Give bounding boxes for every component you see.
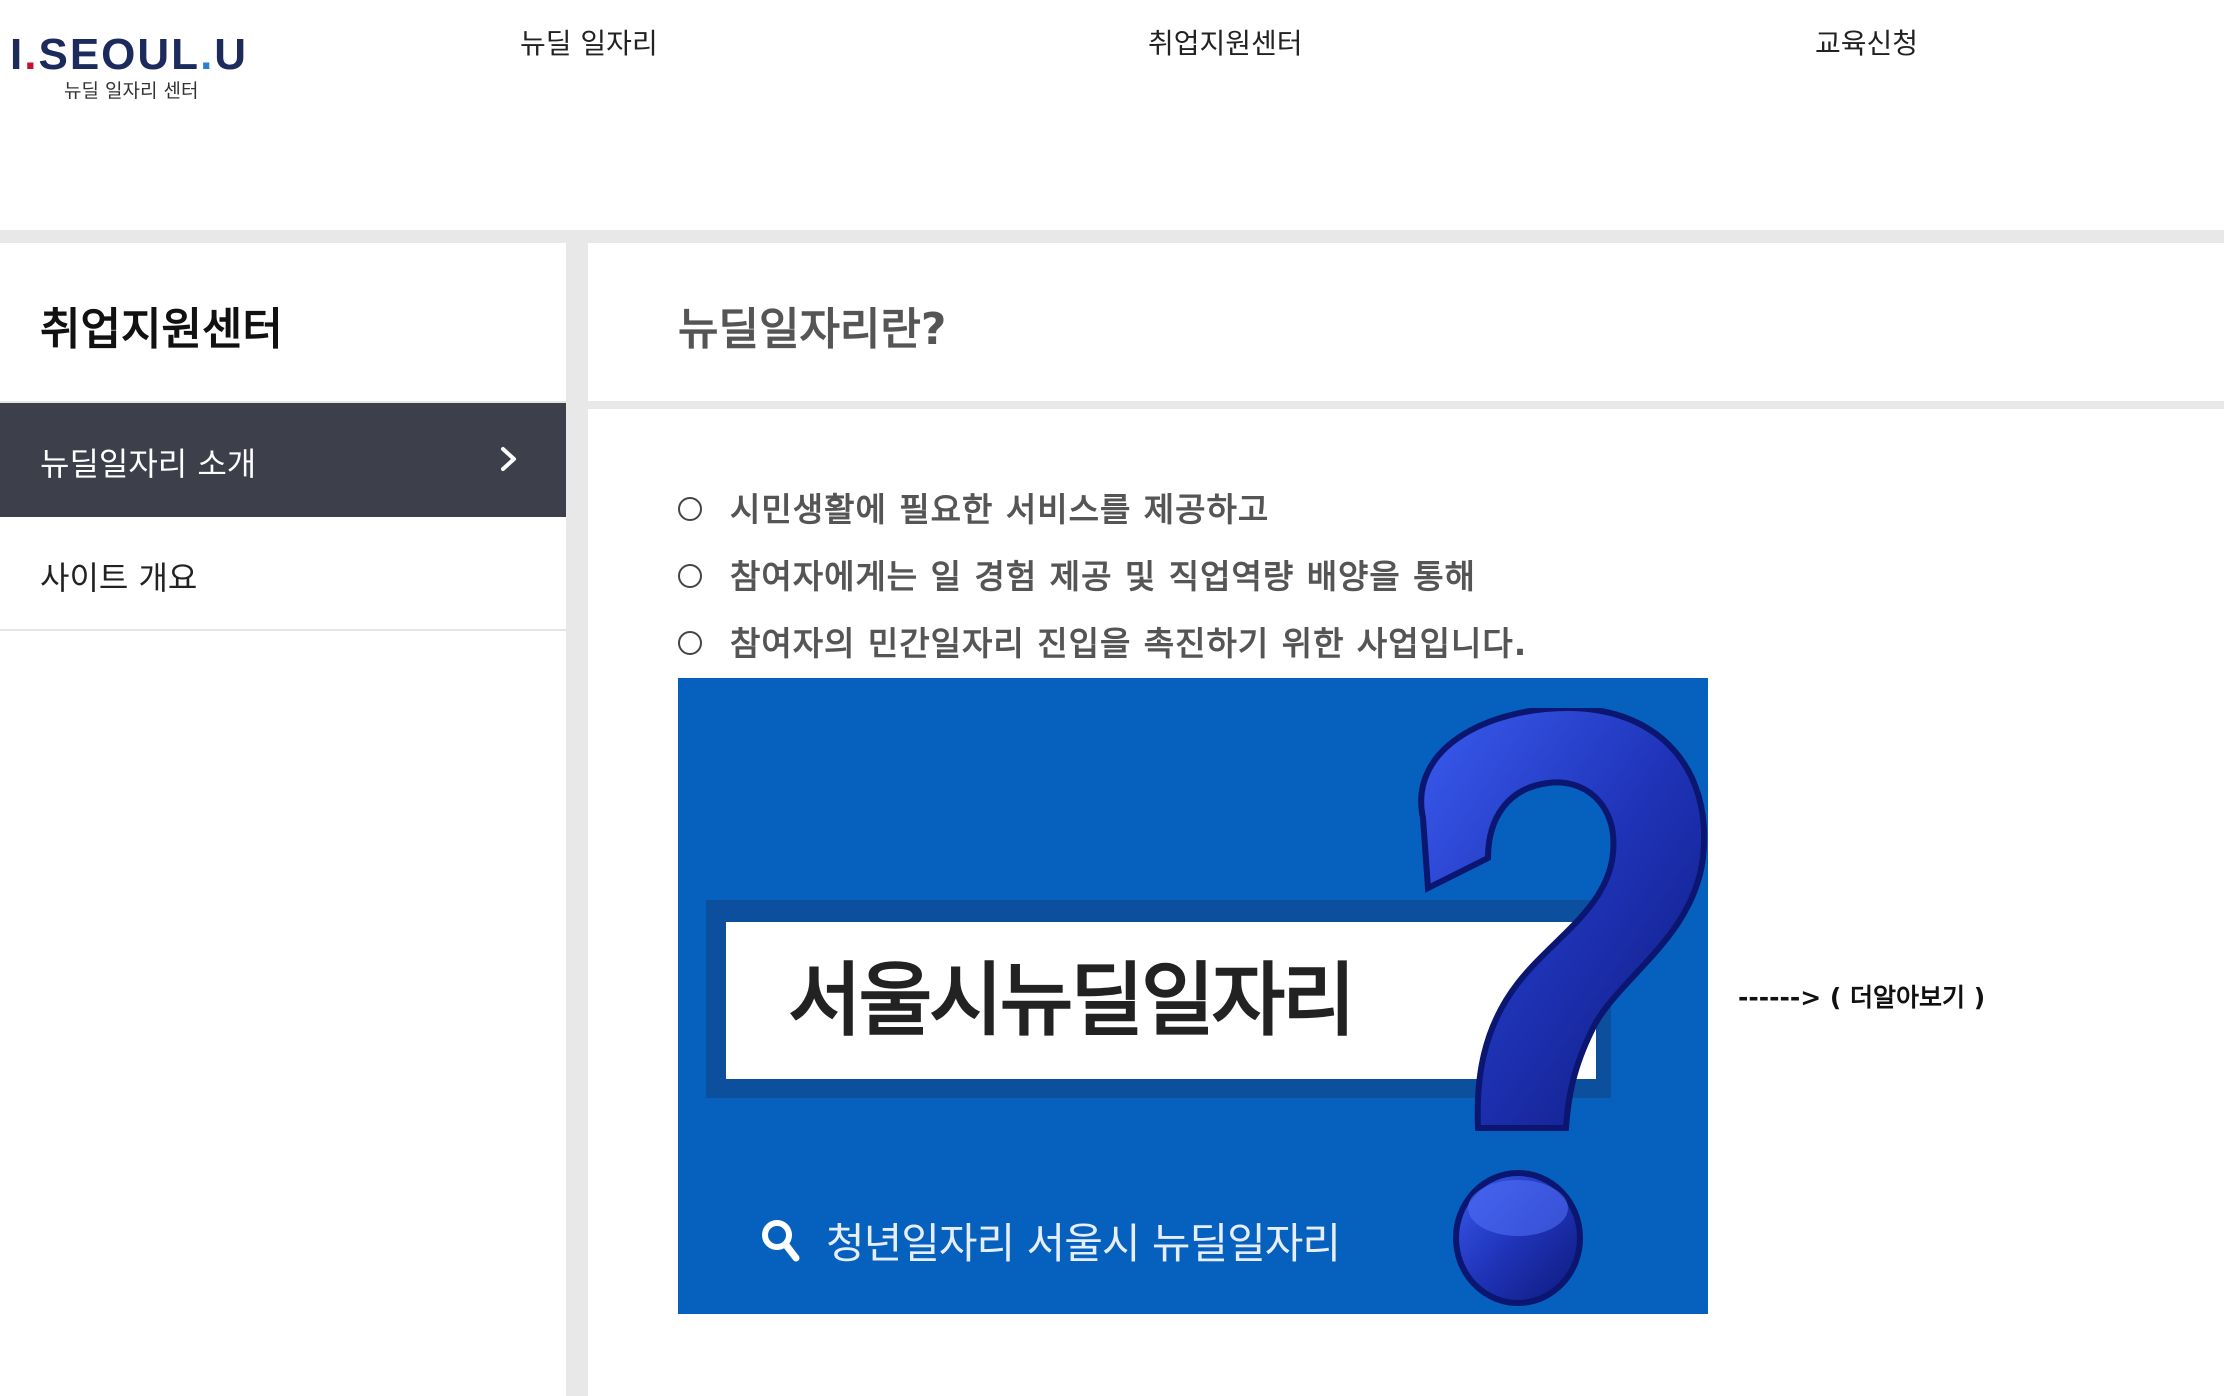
bullet-circle-icon <box>678 631 702 655</box>
question-mark-graphic <box>1418 708 1708 1306</box>
logo-wordmark: I.SEOUL.U <box>10 30 249 79</box>
bullet-circle-icon <box>678 564 702 588</box>
column-separator <box>566 243 588 1396</box>
sidebar-item-site-overview[interactable]: 사이트 개요 <box>0 517 566 631</box>
title-divider <box>588 401 2224 409</box>
banner-search-text: 청년일자리 서울시 뉴딜일자리 <box>826 1219 1341 1268</box>
chevron-right-icon <box>501 447 516 471</box>
sidebar-item-newdeal-intro[interactable]: 뉴딜일자리 소개 <box>0 403 566 517</box>
bullet-text: 시민생활에 필요한 서비스를 제공하고 <box>730 490 1270 529</box>
main-content: 뉴딜일자리란? 시민생활에 필요한 서비스를 제공하고 참여자에게는 일 경험 … <box>588 243 2224 1396</box>
bullet-circle-icon <box>678 497 702 521</box>
site-logo[interactable]: I.SEOUL.U 뉴딜 일자리 센터 <box>10 30 270 105</box>
page-title: 뉴딜일자리란? <box>678 304 947 355</box>
site-header: I.SEOUL.U 뉴딜 일자리 센터 뉴딜 일자리 취업지원센터 교육신청 <box>0 0 2224 230</box>
bullet-text: 참여자의 민간일자리 진입을 촉진하기 위한 사업입니다. <box>730 624 1528 663</box>
logo-subtitle: 뉴딜 일자리 센터 <box>64 80 199 102</box>
nav-newdeal-jobs[interactable]: 뉴딜 일자리 <box>520 22 658 62</box>
header-separator <box>0 230 2224 243</box>
sidebar: 취업지원센터 뉴딜일자리 소개 사이트 개요 <box>0 243 566 1396</box>
sidebar-item-label: 사이트 개요 <box>40 559 198 597</box>
nav-employment-center[interactable]: 취업지원센터 <box>1148 22 1303 62</box>
nav-education-apply[interactable]: 교육신청 <box>1815 22 1918 62</box>
sidebar-title: 취업지원센터 <box>40 304 283 355</box>
newdeal-banner-image: 서울시뉴딜일자리 청년일자리 서울시 뉴딜일자리 <box>678 678 1708 1314</box>
search-icon <box>762 1220 800 1262</box>
sidebar-item-label: 뉴딜일자리 소개 <box>40 445 257 483</box>
learn-more-link[interactable]: ------> ( 더알아보기 ) <box>1738 978 1985 1014</box>
bullet-text: 참여자에게는 일 경험 제공 및 직업역량 배양을 통해 <box>730 557 1476 596</box>
banner-heading: 서울시뉴딜일자리 <box>788 954 1356 1047</box>
